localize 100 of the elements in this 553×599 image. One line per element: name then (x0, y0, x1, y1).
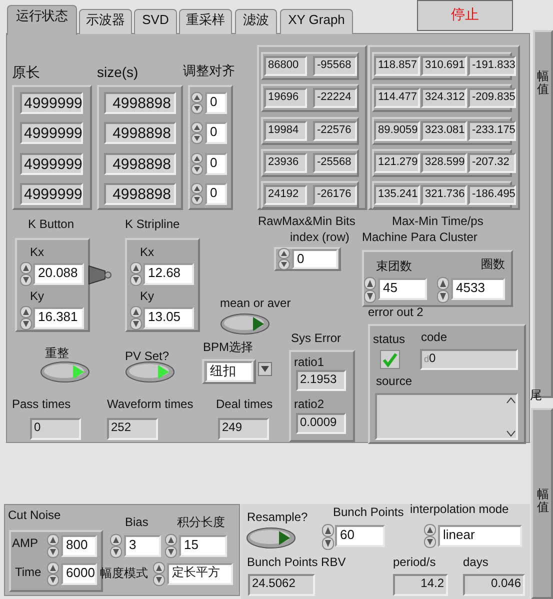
increment-decrement-control[interactable] (322, 524, 334, 550)
tab[interactable]: SVD (134, 9, 177, 34)
increment-decrement-control[interactable] (153, 562, 165, 586)
numeric-display: -191.833 (468, 56, 516, 76)
field-label: interpolation mode (410, 503, 509, 517)
toggle-switch[interactable] (246, 527, 296, 549)
switch-label: Resample? (247, 511, 308, 525)
increment-decrement-control[interactable] (110, 534, 122, 558)
tab[interactable]: 滤波 (235, 9, 277, 34)
increment-decrement-control[interactable] (191, 122, 203, 144)
numeric-display: 4998898 (104, 182, 176, 205)
tab[interactable]: 运行状态 (7, 5, 77, 35)
cluster-label: Sys Error (291, 332, 342, 346)
tab[interactable]: 重采样 (179, 9, 232, 34)
field-label: Bunch Points RBV (247, 556, 346, 570)
side-label: 幅值 (537, 488, 549, 514)
numeric-field[interactable]: 3 (124, 535, 161, 557)
numeric-field[interactable]: 0 (292, 249, 338, 269)
field-label: 幅度模式 (100, 567, 148, 581)
numeric-display: 4999999 (20, 152, 83, 175)
scroll-up-icon[interactable] (506, 396, 516, 404)
numeric-display: 4998898 (104, 122, 176, 144)
field-label: 积分长度 (177, 516, 225, 530)
field-label: 束团数 (376, 260, 412, 274)
numeric-display: -186.495 (468, 185, 516, 206)
numeric-display: 19984 (264, 120, 307, 141)
numeric-display: 89.9059 (374, 120, 420, 141)
increment-decrement-control[interactable] (47, 562, 59, 586)
numeric-field[interactable]: 16.381 (33, 307, 84, 329)
side-label: 尾 (530, 389, 542, 402)
numeric-display: 0 (30, 418, 81, 440)
cluster-label: RawMax&Min Bits (258, 215, 356, 229)
numeric-display: -22576 (313, 120, 357, 141)
numeric-display: 4998898 (104, 92, 176, 114)
numeric-field[interactable]: 60 (335, 525, 385, 547)
increment-decrement-control[interactable] (191, 182, 203, 205)
numeric-display: 310.691 (421, 56, 467, 76)
numeric-field[interactable]: 0 (205, 122, 227, 144)
numeric-display: 121.279 (374, 152, 420, 173)
field-label: ratio2 (294, 398, 324, 412)
field-label: source (376, 375, 412, 389)
numeric-field[interactable]: 800 (61, 535, 97, 557)
numeric-display: 0.046 (463, 574, 525, 596)
source-field[interactable] (375, 393, 518, 440)
numeric-field[interactable]: 13.05 (143, 307, 194, 329)
field-label: Ky (140, 290, 154, 304)
increment-decrement-control[interactable] (165, 534, 177, 558)
numeric-display: 249 (218, 418, 269, 440)
numeric-display: 135.241 (374, 185, 420, 206)
numeric-field[interactable]: 0 (205, 182, 227, 205)
increment-decrement-control[interactable] (278, 248, 290, 270)
increment-decrement-control[interactable] (20, 262, 32, 286)
numeric-display: 4999999 (20, 122, 83, 144)
increment-decrement-control[interactable] (130, 262, 142, 286)
dropdown-field[interactable]: 定长平方 (167, 563, 233, 585)
cluster-label: Max-Min Time/ps (392, 215, 484, 229)
numeric-display: 23936 (264, 152, 307, 173)
scroll-down-icon[interactable] (506, 430, 516, 438)
increment-decrement-control[interactable] (130, 306, 142, 330)
code-value: 0 (429, 351, 436, 365)
numeric-field[interactable]: 0 (205, 152, 227, 175)
increment-decrement-control[interactable] (437, 277, 449, 303)
toggle-switch[interactable] (40, 361, 90, 383)
numeric-field[interactable]: 6000 (61, 563, 97, 585)
field-label: Bias (125, 516, 148, 530)
increment-decrement-control[interactable] (364, 277, 376, 303)
numeric-display: 328.599 (421, 152, 467, 173)
numeric-field[interactable]: 15 (179, 535, 227, 557)
increment-decrement-control[interactable] (424, 524, 436, 548)
cluster-label: K Button (28, 218, 74, 232)
tab[interactable]: 示波器 (79, 9, 132, 34)
cluster-label: K Stripline (125, 218, 180, 232)
increment-decrement-control[interactable] (191, 92, 203, 114)
dropdown-field[interactable]: 纽扣 (205, 361, 253, 382)
numeric-field[interactable]: 12.68 (143, 263, 194, 285)
numeric-field[interactable]: 45 (378, 278, 427, 300)
switch-label: mean or aver (220, 297, 291, 311)
increment-decrement-control[interactable] (20, 306, 32, 330)
numeric-display: -25568 (313, 152, 357, 173)
tab[interactable]: XY Graph (280, 9, 353, 34)
field-label: ratio1 (294, 356, 324, 370)
field-label: status (373, 333, 406, 347)
field-label: BPM选择 (203, 341, 254, 355)
numeric-field[interactable]: 0 (205, 92, 227, 114)
radix-marker: d (424, 354, 430, 364)
dropdown-field[interactable]: linear (438, 525, 522, 547)
numeric-display: 0.0009 (296, 413, 346, 434)
increment-decrement-control[interactable] (191, 152, 203, 175)
column-label: 调整对齐 (183, 64, 235, 79)
field-label: Waveform times (107, 398, 194, 412)
toggle-switch[interactable] (220, 313, 270, 335)
field-label: 圈数 (481, 258, 505, 272)
numeric-field[interactable]: 4533 (451, 278, 505, 300)
numeric-field[interactable]: 20.088 (33, 263, 84, 285)
toggle-switch[interactable] (125, 361, 175, 383)
field-label: Bunch Points (333, 506, 404, 520)
numeric-display: 114.477 (374, 88, 420, 108)
numeric-display: 323.081 (421, 120, 467, 141)
increment-decrement-control[interactable] (47, 534, 59, 558)
switch-label: 重整 (45, 347, 69, 361)
